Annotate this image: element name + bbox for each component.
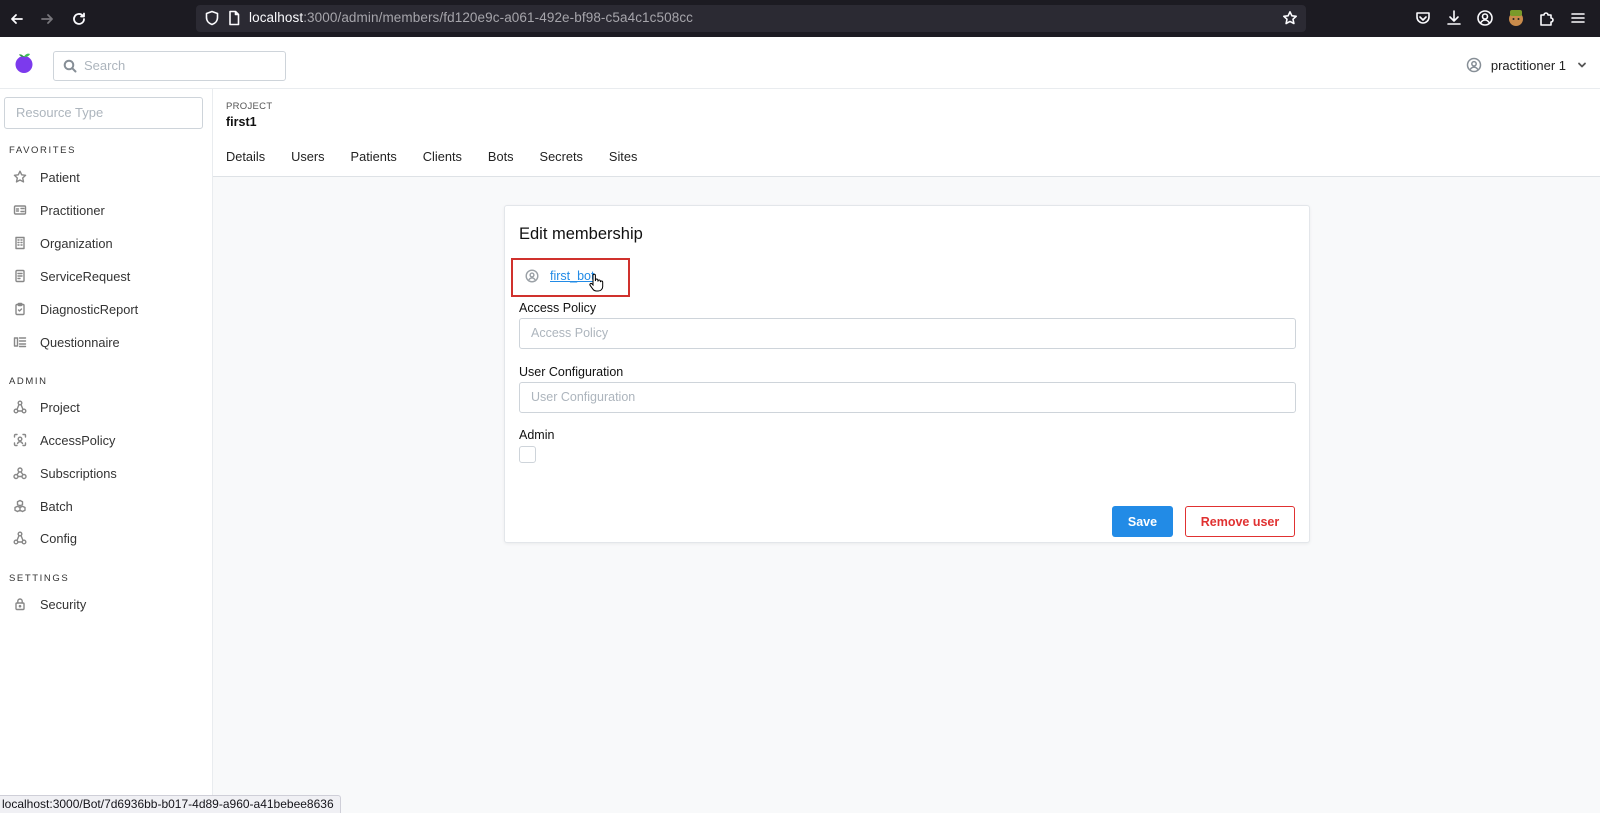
arrow-right-icon: [41, 14, 53, 24]
app-header: Search practitioner 1: [0, 37, 1600, 89]
admin-checkbox[interactable]: [519, 446, 536, 463]
account-icon[interactable]: [1476, 9, 1494, 27]
member-avatar-icon: [525, 269, 539, 283]
arrow-left-icon: [11, 14, 23, 24]
shield-icon[interactable]: [204, 10, 220, 26]
url-text[interactable]: localhost:3000/admin/members/fd120e9c-a0…: [249, 10, 693, 25]
sidebar-item-servicerequest[interactable]: ServiceRequest: [12, 265, 130, 287]
resource-type-placeholder: Resource Type: [16, 105, 104, 120]
tab-patients[interactable]: Patients: [351, 149, 397, 164]
tab-clients[interactable]: Clients: [423, 149, 462, 164]
favorites-section-label: FAVORITES: [9, 145, 77, 156]
tab-users[interactable]: Users: [291, 149, 324, 164]
pocket-icon[interactable]: [1414, 9, 1432, 27]
user-configuration-input[interactable]: User Configuration: [519, 382, 1296, 413]
user-configuration-placeholder: User Configuration: [531, 390, 636, 404]
sidebar-item-subscriptions[interactable]: Subscriptions: [12, 462, 117, 484]
sidebar-item-security[interactable]: Security: [12, 593, 86, 615]
sidebar-item-questionnaire[interactable]: Questionnaire: [12, 331, 120, 353]
tab-secrets[interactable]: Secrets: [540, 149, 583, 164]
browser-toolbar: localhost:3000/admin/members/fd120e9c-a0…: [0, 0, 1600, 37]
admin-label: Admin: [519, 428, 555, 442]
forward-button[interactable]: [36, 8, 58, 30]
webhook-icon: [12, 465, 28, 481]
lock-icon: [12, 596, 28, 612]
save-button[interactable]: Save: [1112, 506, 1173, 537]
edit-membership-card: Edit membership first_bot Access Policy …: [504, 205, 1310, 543]
reload-button[interactable]: [68, 8, 90, 30]
access-policy-placeholder: Access Policy: [531, 326, 609, 340]
tab-bots[interactable]: Bots: [488, 149, 514, 164]
extension-avatar-icon[interactable]: [1507, 9, 1525, 27]
search-icon: [63, 59, 77, 73]
id-card-icon: [12, 202, 28, 218]
search-placeholder: Search: [84, 58, 126, 73]
page-icon: [226, 10, 242, 26]
bookmark-star-icon[interactable]: [1282, 10, 1298, 26]
url-bar[interactable]: localhost:3000/admin/members/fd120e9c-a0…: [196, 5, 1306, 32]
report-icon: [12, 268, 28, 284]
project-label: PROJECT: [226, 101, 273, 112]
search-input[interactable]: Search: [53, 51, 286, 81]
chevron-down-icon: [1576, 59, 1588, 71]
sidebar-item-config[interactable]: Config: [12, 527, 77, 549]
packages-icon: [12, 498, 28, 514]
access-policy-input[interactable]: Access Policy: [519, 318, 1296, 349]
hierarchy-icon: [12, 530, 28, 546]
user-avatar-icon: [1466, 57, 1482, 73]
member-highlight-box: first_bot: [511, 258, 630, 297]
sidebar-item-project[interactable]: Project: [12, 396, 80, 418]
access-policy-label: Access Policy: [519, 301, 597, 315]
sidebar-item-patient[interactable]: Patient: [12, 166, 80, 188]
project-name: first1: [226, 115, 257, 129]
remove-user-button[interactable]: Remove user: [1185, 506, 1295, 537]
hamburger-menu-icon[interactable]: [1569, 9, 1587, 27]
resource-type-input[interactable]: Resource Type: [4, 97, 203, 129]
sidebar: Resource Type FAVORITES Patient Practiti…: [0, 89, 213, 813]
star-icon: [12, 169, 28, 185]
sidebar-item-organization[interactable]: Organization: [12, 232, 113, 254]
main-content: PROJECT first1 Details Users Patients Cl…: [213, 89, 1600, 813]
face-scan-icon: [12, 432, 28, 448]
sidebar-item-accesspolicy[interactable]: AccessPolicy: [12, 429, 115, 451]
settings-section-label: SETTINGS: [9, 573, 70, 584]
card-title: Edit membership: [519, 225, 643, 243]
user-menu-button[interactable]: practitioner 1: [1466, 56, 1588, 74]
building-icon: [12, 235, 28, 251]
hand-pointer-cursor-icon: [588, 273, 604, 293]
sidebar-item-practitioner[interactable]: Practitioner: [12, 199, 105, 221]
hierarchy-icon: [12, 399, 28, 415]
extensions-puzzle-icon[interactable]: [1538, 9, 1556, 27]
tab-sites[interactable]: Sites: [609, 149, 637, 164]
tab-details[interactable]: Details: [226, 149, 265, 164]
back-button[interactable]: [6, 8, 28, 30]
checklist-icon: [12, 334, 28, 350]
clipboard-icon: [12, 301, 28, 317]
user-configuration-label: User Configuration: [519, 365, 624, 379]
status-bar-url: localhost:3000/Bot/7d6936bb-b017-4d89-a9…: [0, 795, 341, 813]
reload-icon: [73, 12, 85, 25]
medplum-logo-icon[interactable]: [13, 52, 35, 74]
sidebar-item-batch[interactable]: Batch: [12, 495, 73, 517]
project-header: PROJECT first1 Details Users Patients Cl…: [213, 89, 1600, 177]
user-name: practitioner 1: [1490, 57, 1566, 73]
project-tabs: Details Users Patients Clients Bots Secr…: [226, 149, 663, 164]
download-icon[interactable]: [1445, 9, 1463, 27]
admin-section-label: ADMIN: [9, 376, 48, 387]
sidebar-item-diagnosticreport[interactable]: DiagnosticReport: [12, 298, 138, 320]
